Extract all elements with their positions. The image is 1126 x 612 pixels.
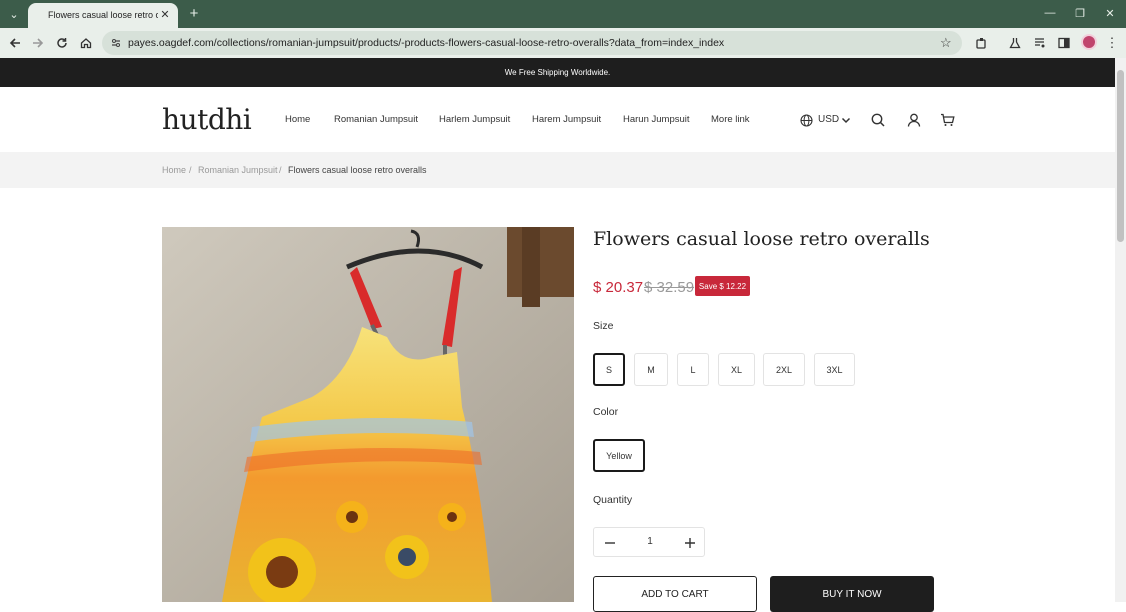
nav-harlem-jumpsuit[interactable]: Harlem Jumpsuit	[439, 114, 510, 125]
breadcrumb-romanian-jumpsuit[interactable]: Romanian Jumpsuit	[198, 165, 278, 175]
nav-romanian-jumpsuit[interactable]: Romanian Jumpsuit	[334, 114, 418, 125]
tab-close-icon[interactable]: ✕	[158, 7, 172, 21]
size-option-xl[interactable]: XL	[718, 353, 755, 386]
tab-search-chevron-icon[interactable]: ⌄	[4, 4, 24, 24]
breadcrumb-separator: /	[189, 165, 192, 175]
size-label: Size	[593, 320, 614, 332]
size-option-3xl[interactable]: 3XL	[814, 353, 855, 386]
profile-avatar[interactable]	[1081, 34, 1097, 50]
media-queue-icon[interactable]	[1031, 34, 1049, 52]
breadcrumb: Home / Romanian Jumpsuit / Flowers casua…	[0, 152, 1115, 188]
product-image[interactable]	[162, 227, 574, 602]
size-option-2xl[interactable]: 2XL	[763, 353, 805, 386]
breadcrumb-separator: /	[279, 165, 282, 175]
reload-icon[interactable]	[53, 34, 71, 52]
scrollbar-thumb[interactable]	[1117, 70, 1124, 242]
account-icon[interactable]	[905, 111, 923, 129]
nav-more-link[interactable]: More link	[711, 114, 750, 125]
site-settings-icon[interactable]	[110, 36, 122, 48]
back-arrow-icon[interactable]	[6, 34, 24, 52]
nav-harun-jumpsuit[interactable]: Harun Jumpsuit	[623, 114, 690, 125]
compare-price: $ 32.59	[644, 279, 695, 296]
new-tab-plus-icon[interactable]: +	[185, 4, 203, 22]
minus-icon[interactable]	[600, 533, 620, 553]
side-panel-icon[interactable]	[1055, 34, 1073, 52]
size-option-m[interactable]: M	[634, 353, 668, 386]
quantity-stepper: 1	[593, 527, 705, 557]
globe-icon[interactable]	[797, 111, 815, 129]
product-title: Flowers casual loose retro overalls	[593, 228, 930, 250]
size-option-l[interactable]: L	[677, 353, 709, 386]
extensions-icon[interactable]	[972, 34, 990, 52]
currency-selector[interactable]: USD	[818, 114, 839, 125]
url-text: payes.oagdef.com/collections/romanian-ju…	[128, 37, 725, 49]
address-bar[interactable]: payes.oagdef.com/collections/romanian-ju…	[102, 31, 962, 55]
color-label: Color	[593, 406, 619, 418]
breadcrumb-home[interactable]: Home	[162, 165, 186, 175]
sale-price: $ 20.37	[593, 279, 644, 296]
tab-title: Flowers casual loose retro overa	[48, 10, 158, 20]
cart-icon[interactable]	[938, 111, 956, 129]
browser-tab-active[interactable]: Flowers casual loose retro overa ✕	[28, 3, 178, 28]
add-to-cart-button[interactable]: ADD TO CART	[593, 576, 757, 612]
breadcrumb-current: Flowers casual loose retro overalls	[288, 165, 427, 175]
size-option-s[interactable]: S	[593, 353, 625, 386]
buy-now-button[interactable]: BUY IT NOW	[770, 576, 934, 612]
quantity-value[interactable]: 1	[640, 536, 660, 547]
browser-toolbar: payes.oagdef.com/collections/romanian-ju…	[0, 28, 1126, 58]
announcement-bar: We Free Shipping Worldwide.	[0, 58, 1115, 87]
labs-flask-icon[interactable]	[1006, 34, 1024, 52]
nav-home[interactable]: Home	[285, 114, 310, 125]
color-option-yellow[interactable]: Yellow	[593, 439, 645, 472]
bookmark-star-icon[interactable]: ☆	[940, 35, 952, 51]
more-menu-icon[interactable]: ⋮	[1103, 34, 1121, 52]
search-icon[interactable]	[869, 111, 887, 129]
window-close-icon[interactable]: ✕	[1100, 4, 1120, 22]
browser-tab-strip: ⌄ Flowers casual loose retro overa ✕ + —…	[0, 0, 1126, 28]
plus-icon[interactable]	[680, 533, 700, 553]
chevron-down-icon[interactable]	[837, 111, 855, 129]
save-badge: Save $ 12.22	[695, 276, 750, 296]
site-logo[interactable]: hutdhi	[162, 103, 252, 136]
minimize-icon[interactable]: —	[1040, 4, 1060, 22]
nav-harem-jumpsuit[interactable]: Harem Jumpsuit	[532, 114, 601, 125]
quantity-label: Quantity	[593, 494, 633, 506]
site-header: hutdhi Home Romanian Jumpsuit Harlem Jum…	[0, 87, 1115, 152]
forward-arrow-icon[interactable]	[29, 34, 47, 52]
page-scrollbar[interactable]	[1115, 58, 1126, 602]
home-icon[interactable]	[77, 34, 95, 52]
restore-icon[interactable]: ❐	[1070, 4, 1090, 22]
